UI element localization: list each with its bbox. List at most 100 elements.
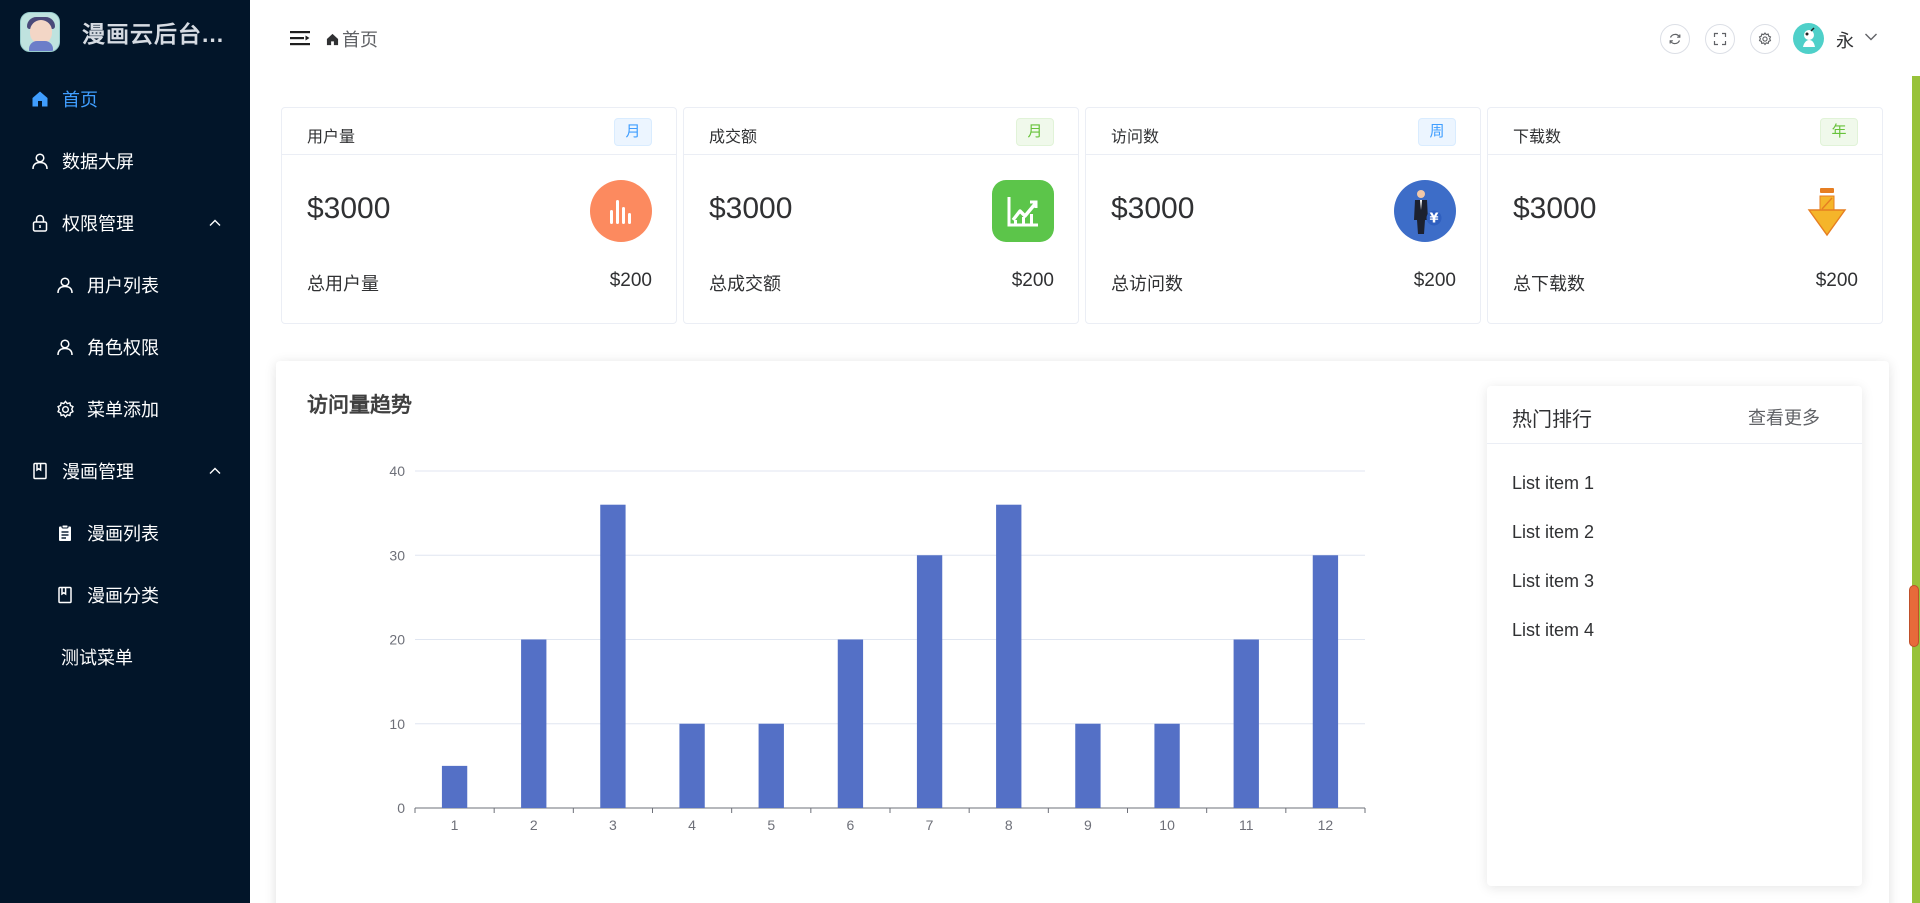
sidebar-item-label: 首页 xyxy=(62,90,98,110)
y-tick-label: 10 xyxy=(389,716,405,732)
sidebar-item-user-list[interactable]: 用户列表 xyxy=(0,254,250,316)
card-value: $3000 xyxy=(1111,192,1195,225)
sidebar-item-comic-management[interactable]: 漫画管理 xyxy=(0,440,250,502)
download-arrow-icon xyxy=(1796,180,1858,242)
x-tick-label: 11 xyxy=(1239,817,1254,833)
sidebar-item-home[interactable]: 首页 xyxy=(0,68,250,130)
visits-trend-panel: 访问量趋势 0 10 20 30 40 1 2 3 4 5 6 7 8 9 10 11 12 热门排行 查看更多… xyxy=(276,361,1889,903)
x-tick-label: 9 xyxy=(1084,817,1092,833)
avatar[interactable] xyxy=(1793,23,1824,54)
brand[interactable]: 漫画云后台... xyxy=(0,0,250,64)
stat-card-users: 用户量 月 $3000 总用户量 $200 xyxy=(281,107,677,324)
bar xyxy=(758,723,784,808)
username[interactable]: 永 xyxy=(1836,27,1854,53)
period-tag: 周 xyxy=(1418,118,1456,146)
hot-ranking-card: 热门排行 查看更多 List item 1 List item 2 List i… xyxy=(1487,386,1862,886)
bar xyxy=(996,504,1022,808)
x-tick-label: 2 xyxy=(530,817,538,833)
list-item[interactable]: List item 1 xyxy=(1512,468,1862,517)
user-icon xyxy=(55,275,75,295)
card-foot-value: $200 xyxy=(1413,270,1456,291)
sidebar-item-role-permissions[interactable]: 角色权限 xyxy=(0,316,250,378)
card-foot-value: $200 xyxy=(1011,270,1054,291)
user-icon xyxy=(55,337,75,357)
x-tick-label: 6 xyxy=(847,817,855,833)
list-item[interactable]: List item 4 xyxy=(1512,615,1862,664)
home-icon xyxy=(30,89,50,109)
stat-card-visits: 访问数 周 $3000 ¥ 总访问数 $200 xyxy=(1085,107,1481,324)
fullscreen-button[interactable] xyxy=(1705,24,1735,54)
chevron-up-icon xyxy=(209,467,221,474)
card-foot-value: $200 xyxy=(1815,270,1858,291)
period-tag: 年 xyxy=(1820,118,1858,146)
settings-button[interactable] xyxy=(1750,24,1780,54)
collapse-menu-icon[interactable] xyxy=(290,30,310,46)
refresh-button[interactable] xyxy=(1660,24,1690,54)
logo xyxy=(20,12,60,52)
bar xyxy=(441,765,468,808)
list-item[interactable]: List item 2 xyxy=(1512,517,1862,566)
visits-bar-chart: 0102030401 2 3 4 5 6 7 8 9 10 11 12 xyxy=(389,463,1366,833)
chevron-down-icon[interactable] xyxy=(1864,32,1878,42)
sidebar-item-comic-category[interactable]: 漫画分类 xyxy=(0,564,250,626)
businessman-yen-icon: ¥ xyxy=(1394,180,1456,242)
home-icon xyxy=(326,33,339,45)
card-value: $3000 xyxy=(709,192,793,225)
sidebar-item-permissions[interactable]: 权限管理 xyxy=(0,192,250,254)
fullscreen-icon xyxy=(1713,32,1727,46)
clipboard-icon xyxy=(55,523,75,543)
hot-ranking-list: List item 1 List item 2 List item 3 List… xyxy=(1487,444,1862,664)
sidebar-item-label: 权限管理 xyxy=(62,214,134,234)
book-icon xyxy=(30,461,50,481)
x-tick-label: 4 xyxy=(688,817,696,833)
line-chart-icon xyxy=(992,180,1054,242)
x-tick-label: 7 xyxy=(926,817,934,833)
bar xyxy=(1075,723,1101,808)
list-item[interactable]: List item 3 xyxy=(1512,566,1862,615)
y-tick-label: 20 xyxy=(389,632,405,648)
panel-title: 访问量趋势 xyxy=(307,394,412,417)
sidebar-item-label: 漫画分类 xyxy=(87,586,159,606)
period-tag: 月 xyxy=(614,118,652,146)
x-tick-label: 5 xyxy=(767,817,775,833)
y-tick-label: 30 xyxy=(389,547,405,563)
sidebar-item-menu-add[interactable]: 菜单添加 xyxy=(0,378,250,440)
sidebar-item-comic-list[interactable]: 漫画列表 xyxy=(0,502,250,564)
card-foot-label: 总访问数 xyxy=(1111,274,1183,294)
x-tick-label: 1 xyxy=(451,817,459,833)
gear-icon xyxy=(1758,32,1772,46)
sidebar-item-data-screen[interactable]: 数据大屏 xyxy=(0,130,250,192)
card-title: 访问数 xyxy=(1111,129,1160,146)
svg-text:¥: ¥ xyxy=(1429,212,1438,227)
view-more-link[interactable]: 查看更多 xyxy=(1748,404,1820,430)
sidebar-item-label: 菜单添加 xyxy=(87,400,159,420)
stat-card-turnover: 成交额 月 $3000 总成交额 $200 xyxy=(683,107,1079,324)
sidebar-item-label: 测试菜单 xyxy=(61,648,133,668)
top-header: 首页 永 xyxy=(250,0,1920,76)
card-value: $3000 xyxy=(1513,192,1597,225)
scrollbar-handle[interactable] xyxy=(1909,585,1919,647)
y-tick-label: 0 xyxy=(397,800,405,816)
bar xyxy=(1154,723,1180,808)
card-title: 下载数 xyxy=(1513,129,1562,146)
breadcrumb-item[interactable]: 首页 xyxy=(342,26,378,52)
app-title: 漫画云后台... xyxy=(82,21,225,47)
sidebar-item-label: 角色权限 xyxy=(87,338,159,358)
y-tick-label: 40 xyxy=(389,463,405,479)
x-tick-label: 10 xyxy=(1159,817,1175,833)
period-tag: 月 xyxy=(1016,118,1054,146)
bar xyxy=(521,639,547,808)
x-tick-label: 12 xyxy=(1318,817,1334,833)
sidebar-menu: 首页 数据大屏 权限管理 用户列表 角色权限 菜单添加 漫画管理 漫画列表 漫画… xyxy=(0,68,250,688)
sidebar-item-label: 漫画列表 xyxy=(87,524,159,544)
book-icon xyxy=(55,585,75,605)
bar xyxy=(679,723,705,808)
bar xyxy=(916,555,943,808)
sidebar-item-label: 漫画管理 xyxy=(62,462,134,482)
user-icon xyxy=(30,151,50,171)
sidebar-item-test-menu[interactable]: 测试菜单 xyxy=(0,626,250,688)
bar xyxy=(837,639,864,808)
card-foot-label: 总用户量 xyxy=(307,274,379,294)
x-tick-label: 8 xyxy=(1005,817,1013,833)
bar xyxy=(600,504,626,808)
